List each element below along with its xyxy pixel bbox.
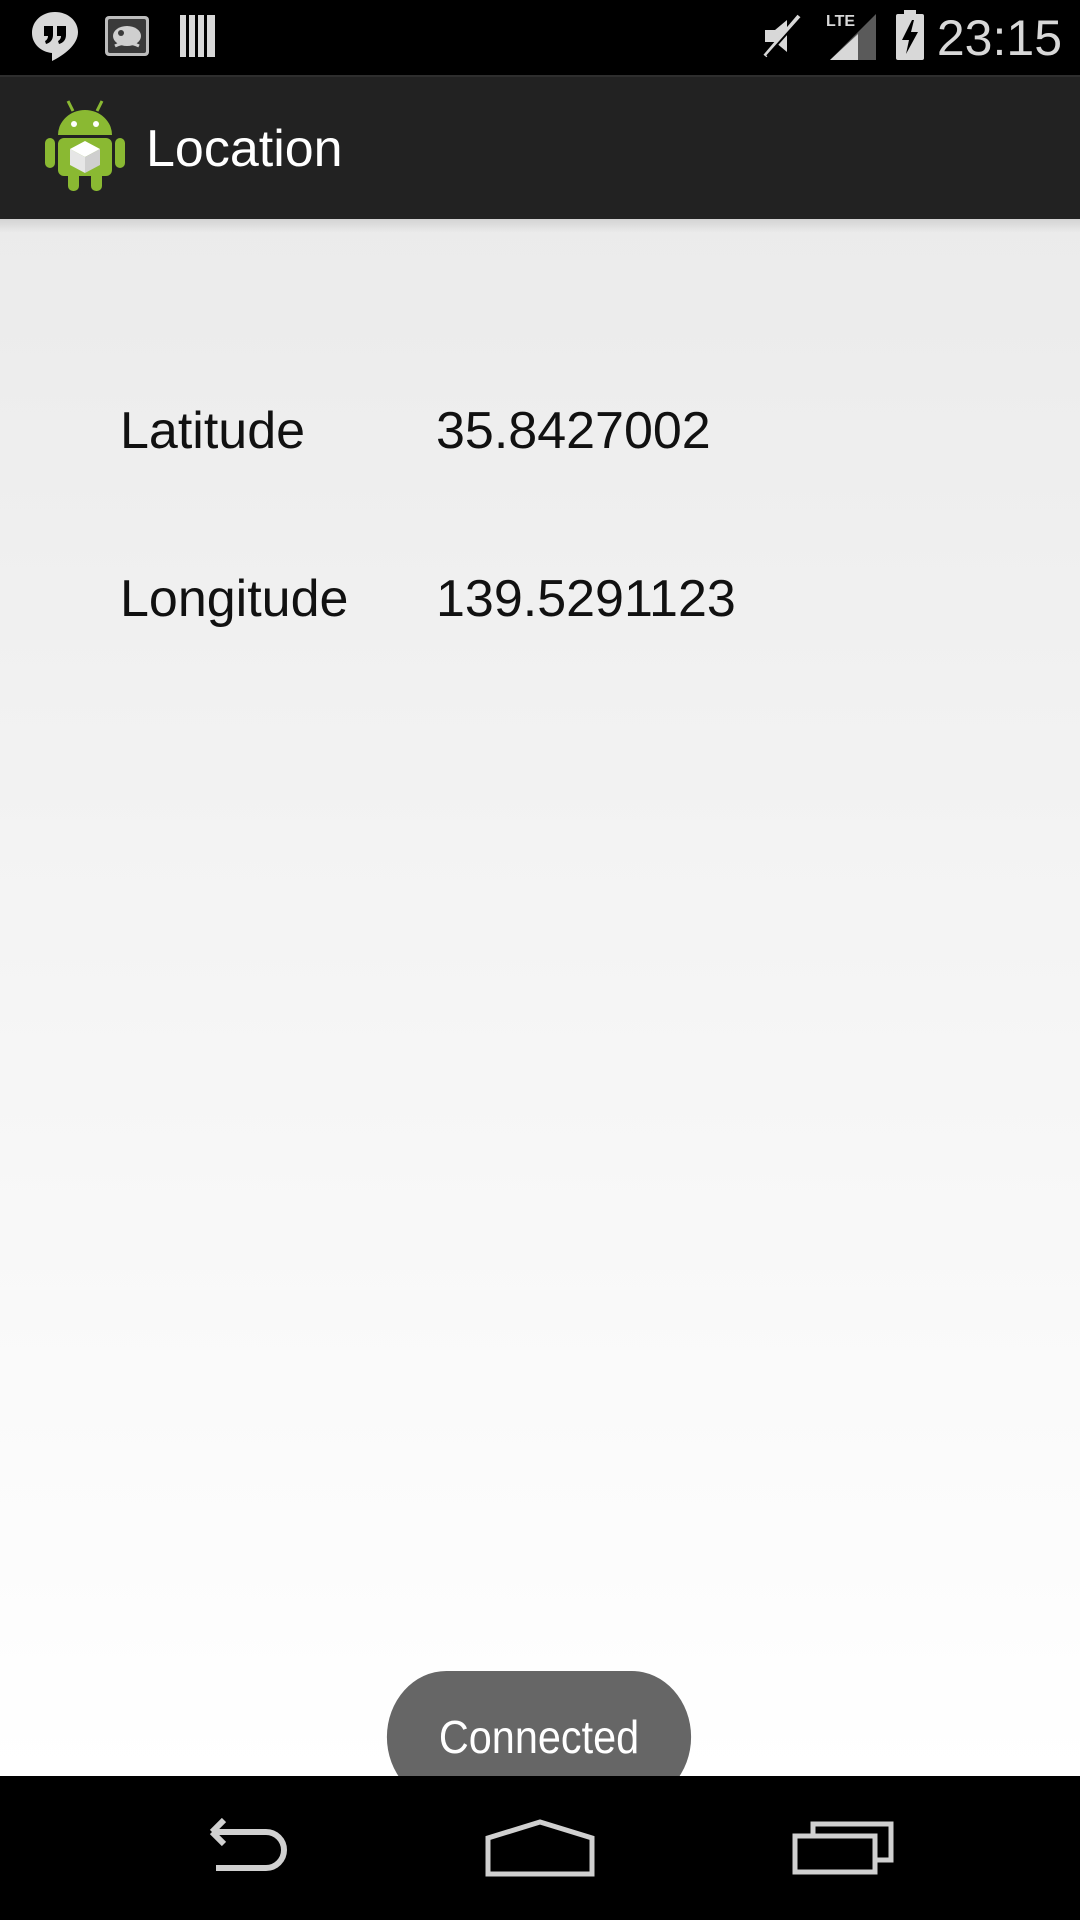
back-icon	[209, 1818, 287, 1871]
navigation-bar	[0, 1776, 1080, 1920]
home-icon	[485, 1819, 595, 1877]
battery-charging-icon	[892, 10, 928, 62]
longitude-label: Longitude	[120, 570, 349, 628]
latitude-label: Latitude	[120, 402, 306, 460]
main-content: Latitude 35.8427002 Longitude 139.529112…	[0, 219, 1080, 1803]
action-bar: Location	[0, 75, 1080, 219]
recent-apps-button[interactable]	[773, 1798, 913, 1898]
barcode-icon	[176, 10, 220, 62]
lte-signal-icon: LTE	[824, 10, 880, 62]
app-title: Location	[146, 120, 343, 178]
latitude-value: 35.8427002	[436, 402, 711, 460]
mute-icon	[758, 10, 806, 62]
svg-text:LTE: LTE	[826, 13, 855, 30]
longitude-value: 139.5291123	[436, 570, 736, 628]
status-bar: LTE 23:15	[0, 0, 1080, 75]
home-button[interactable]	[470, 1798, 610, 1898]
hangouts-icon	[28, 10, 82, 62]
android-app-icon[interactable]	[40, 95, 130, 195]
back-button[interactable]	[170, 1798, 310, 1898]
notification-image-icon	[102, 10, 152, 62]
status-clock: 23:15	[936, 10, 1062, 66]
recent-apps-icon	[792, 1821, 894, 1875]
